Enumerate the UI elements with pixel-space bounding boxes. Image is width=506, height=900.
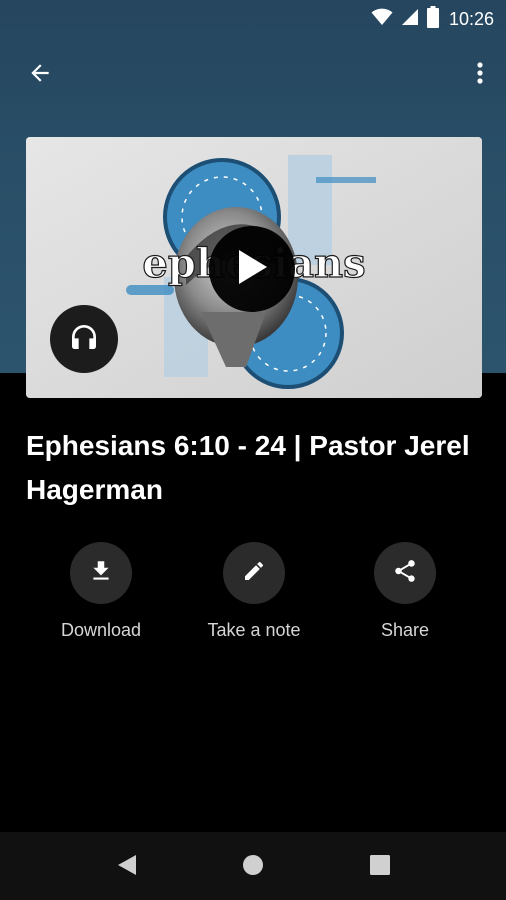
back-button[interactable]	[20, 55, 60, 95]
download-label: Download	[60, 620, 142, 640]
status-time: 10:26	[448, 8, 494, 29]
system-navigation-bar	[0, 832, 506, 900]
nav-back-icon	[116, 853, 138, 882]
sermon-title: Ephesians 6:10 - 24 | Pastor Jerel Hager…	[26, 430, 470, 505]
share-icon	[392, 558, 418, 589]
play-icon	[235, 248, 269, 291]
share-action[interactable]: Share	[330, 542, 480, 641]
status-icons: 10:26	[371, 5, 494, 33]
nav-recents-button[interactable]	[365, 852, 395, 882]
share-label: Share	[380, 620, 430, 640]
nav-back-button[interactable]	[112, 852, 142, 882]
more-options-button[interactable]	[468, 55, 492, 95]
take-note-action[interactable]: Take a note	[179, 542, 329, 641]
pencil-icon	[242, 559, 266, 588]
wifi-icon	[371, 8, 393, 31]
audio-only-button[interactable]	[50, 305, 118, 373]
cellular-signal-icon	[401, 8, 419, 31]
battery-icon	[426, 5, 439, 33]
take-note-button[interactable]	[223, 542, 285, 604]
more-vert-icon	[476, 61, 484, 90]
play-button[interactable]	[209, 226, 295, 312]
sermon-media-card[interactable]: ephesians	[26, 137, 482, 398]
status-bar: 10:26	[0, 0, 506, 38]
headphones-icon	[68, 321, 100, 358]
download-button[interactable]	[70, 542, 132, 604]
download-action[interactable]: Download	[26, 542, 176, 641]
nav-recents-icon	[369, 854, 391, 881]
arrow-back-icon	[27, 60, 53, 91]
download-icon	[88, 558, 114, 589]
share-button[interactable]	[374, 542, 436, 604]
nav-home-icon	[241, 853, 265, 882]
take-note-label: Take a note	[207, 620, 301, 640]
nav-home-button[interactable]	[238, 852, 268, 882]
